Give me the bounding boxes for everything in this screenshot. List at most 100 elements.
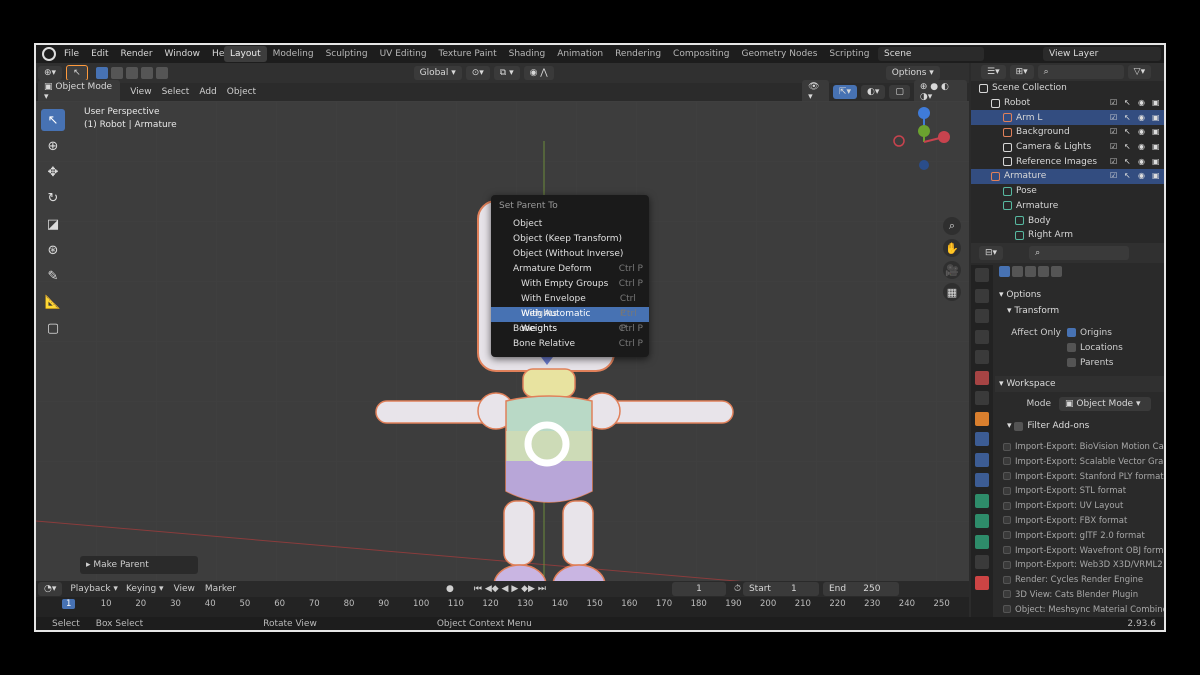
outliner-visibility-toggles[interactable]: ☑ ↖ ◉ ▣ bbox=[1104, 113, 1160, 122]
render-camera-icon[interactable]: ▣ bbox=[1152, 128, 1160, 136]
origins-checkbox[interactable] bbox=[1067, 328, 1076, 337]
outliner-row[interactable]: Reference Images ☑ ↖ ◉ ▣ bbox=[971, 154, 1164, 169]
render-camera-icon[interactable]: ▣ bbox=[1152, 99, 1160, 107]
parent-armature-deform[interactable]: Armature Deform Ctrl P bbox=[491, 262, 649, 277]
select-subtract-icon[interactable] bbox=[125, 67, 138, 79]
outliner-visibility-toggles[interactable]: ☑ ↖ ◉ ▣ bbox=[1104, 143, 1160, 151]
outliner-row[interactable]: Body bbox=[971, 213, 1164, 228]
view-layer-selector[interactable]: View Layer bbox=[1043, 47, 1161, 61]
render-camera-icon[interactable]: ▣ bbox=[1152, 172, 1160, 180]
tab-rendering[interactable]: Rendering bbox=[609, 46, 667, 62]
exclude-checkbox-icon[interactable]: ☑ bbox=[1110, 99, 1118, 107]
start-frame-field[interactable]: Start 1 bbox=[742, 582, 819, 596]
addon-list-item[interactable]: Import-Export: BioVision Motion Capture … bbox=[995, 440, 1164, 455]
addon-list-item[interactable]: Import-Export: STL format bbox=[995, 484, 1164, 499]
measure-tool[interactable]: 📐 bbox=[41, 291, 65, 313]
filter-addons-row[interactable]: ▾ Filter Add-ons bbox=[995, 418, 1164, 434]
eye-icon[interactable]: ◉ bbox=[1138, 128, 1146, 136]
blender-logo-icon[interactable] bbox=[42, 47, 56, 61]
workspace-mode-dropdown[interactable]: ▣ Object Mode ▾ bbox=[1059, 397, 1151, 411]
collection-tab-icon[interactable] bbox=[975, 391, 989, 405]
addon-enable-checkbox[interactable] bbox=[1003, 560, 1011, 569]
world-tab-icon[interactable] bbox=[975, 370, 989, 385]
addon-enable-checkbox[interactable] bbox=[1003, 605, 1011, 614]
cursor-tool[interactable]: ⊕ bbox=[41, 135, 65, 157]
tab-uv-editing[interactable]: UV Editing bbox=[374, 46, 433, 62]
proportional-edit-toggle[interactable]: ◉ ⋀ bbox=[523, 66, 554, 80]
xray-toggle[interactable]: ▢ bbox=[889, 85, 910, 99]
texture-tab-icon[interactable] bbox=[975, 575, 989, 590]
eye-icon[interactable]: ◉ bbox=[1138, 157, 1146, 166]
parents-checkbox[interactable] bbox=[1067, 358, 1076, 367]
last-operator-panel[interactable]: ▸ Make Parent bbox=[80, 556, 198, 574]
eye-icon[interactable]: ◉ bbox=[1138, 113, 1146, 122]
outliner-row[interactable]: Armature ☑ ↖ ◉ ▣ bbox=[971, 169, 1164, 184]
editor-type-button[interactable]: ⊕▾ bbox=[38, 66, 63, 80]
render-camera-icon[interactable]: ▣ bbox=[1152, 157, 1160, 166]
exclude-checkbox-icon[interactable]: ☑ bbox=[1110, 128, 1118, 136]
preview-range-icon[interactable]: ⏱ bbox=[734, 584, 741, 594]
modifier-tab-icon[interactable] bbox=[975, 432, 989, 446]
parent-bone-relative[interactable]: Bone Relative Ctrl P bbox=[491, 337, 649, 352]
tab-scripting[interactable]: Scripting bbox=[823, 46, 875, 62]
exclude-checkbox-icon[interactable]: ☑ bbox=[1110, 172, 1118, 180]
grid-view-icon[interactable]: ▦ bbox=[943, 283, 961, 301]
3d-viewport[interactable]: ↖ ⊕ ✥ ↻ ◪ ⊛ ✎ 📐 ▢ User Perspective (1) R… bbox=[36, 101, 969, 581]
move-tool[interactable]: ✥ bbox=[41, 161, 65, 183]
parent-with-automatic-weights[interactable]: With Automatic Weights Ctrl P bbox=[491, 307, 649, 334]
camera-icon[interactable]: 🎥 bbox=[943, 261, 961, 279]
view-menu[interactable]: View bbox=[130, 87, 151, 97]
playback-menu[interactable]: Playback ▾ bbox=[70, 584, 118, 594]
add-cube-tool[interactable]: ▢ bbox=[41, 317, 65, 339]
mode-set-icon[interactable] bbox=[999, 265, 1010, 277]
outliner-row[interactable]: Arm L ☑ ↖ ◉ ▣ bbox=[971, 110, 1164, 126]
addon-list-item[interactable]: Import-Export: Web3D X3D/VRML2 format bbox=[995, 558, 1164, 573]
addon-enable-checkbox[interactable] bbox=[1003, 486, 1011, 495]
addon-enable-checkbox[interactable] bbox=[1003, 531, 1011, 540]
addon-enable-checkbox[interactable] bbox=[1003, 501, 1011, 510]
addon-enable-checkbox[interactable] bbox=[1003, 472, 1011, 481]
addon-enable-checkbox[interactable] bbox=[1003, 575, 1011, 584]
addon-list-item[interactable]: Import-Export: UV Layout bbox=[995, 499, 1164, 514]
addon-list-item[interactable]: Import-Export: Stanford PLY format bbox=[995, 470, 1164, 485]
record-button[interactable]: ● bbox=[446, 584, 454, 594]
addon-enable-checkbox[interactable] bbox=[1003, 442, 1011, 451]
object-tab-icon[interactable] bbox=[975, 411, 989, 426]
selectable-icon[interactable]: ↖ bbox=[1124, 128, 1132, 136]
options-panel-header[interactable]: ▾ Options bbox=[995, 287, 1164, 303]
tab-sculpting[interactable]: Sculpting bbox=[320, 46, 374, 62]
options-dropdown[interactable]: Options ▾ bbox=[885, 66, 940, 80]
menu-window[interactable]: Window bbox=[165, 49, 201, 59]
snap-toggle[interactable]: ⧉ ▾ bbox=[493, 66, 520, 80]
parent-with-envelope-weights[interactable]: With Envelope Weights Ctrl P bbox=[491, 292, 649, 319]
selectable-icon[interactable]: ↖ bbox=[1124, 172, 1132, 180]
outliner-row[interactable]: Armature bbox=[971, 199, 1164, 214]
tab-layout[interactable]: Layout bbox=[224, 46, 267, 62]
scene-tab-icon[interactable] bbox=[975, 350, 989, 364]
pivot-point-dropdown[interactable]: ⊙▾ bbox=[465, 66, 490, 80]
menu-file[interactable]: File bbox=[64, 49, 79, 59]
scale-tool[interactable]: ◪ bbox=[41, 213, 65, 235]
exclude-checkbox-icon[interactable]: ☑ bbox=[1110, 157, 1118, 166]
locations-checkbox[interactable] bbox=[1067, 343, 1076, 352]
tab-geometry-nodes[interactable]: Geometry Nodes bbox=[735, 46, 823, 62]
outliner-visibility-toggles[interactable]: ☑ ↖ ◉ ▣ bbox=[1104, 128, 1160, 136]
mode-intersect-icon[interactable] bbox=[1051, 265, 1062, 277]
particles-tab-icon[interactable] bbox=[975, 452, 989, 467]
eye-icon[interactable]: ◉ bbox=[1138, 172, 1146, 180]
addon-list-item[interactable]: Object: Meshsync Material Combiner bbox=[995, 603, 1164, 617]
addon-list-item[interactable]: Import-Export: glTF 2.0 format bbox=[995, 529, 1164, 544]
select-mode-button[interactable]: ↖ bbox=[66, 65, 88, 81]
timeline-editor-icon[interactable]: ◔▾ bbox=[38, 582, 63, 596]
select-invert-icon[interactable] bbox=[140, 67, 153, 79]
addon-list-item[interactable]: Import-Export: FBX format bbox=[995, 514, 1164, 529]
outliner-visibility-toggles[interactable]: ☑ ↖ ◉ ▣ bbox=[1104, 172, 1160, 180]
object-menu[interactable]: Object bbox=[227, 87, 256, 97]
end-frame-field[interactable]: End 250 bbox=[822, 582, 899, 596]
transform-subpanel-header[interactable]: ▾ Transform bbox=[995, 303, 1164, 319]
view-layer-tab-icon[interactable] bbox=[975, 329, 989, 344]
selectable-icon[interactable]: ↖ bbox=[1124, 99, 1132, 107]
select-box-tool[interactable]: ↖ bbox=[41, 109, 65, 131]
tab-compositing[interactable]: Compositing bbox=[667, 46, 735, 62]
render-camera-icon[interactable]: ▣ bbox=[1152, 143, 1160, 151]
